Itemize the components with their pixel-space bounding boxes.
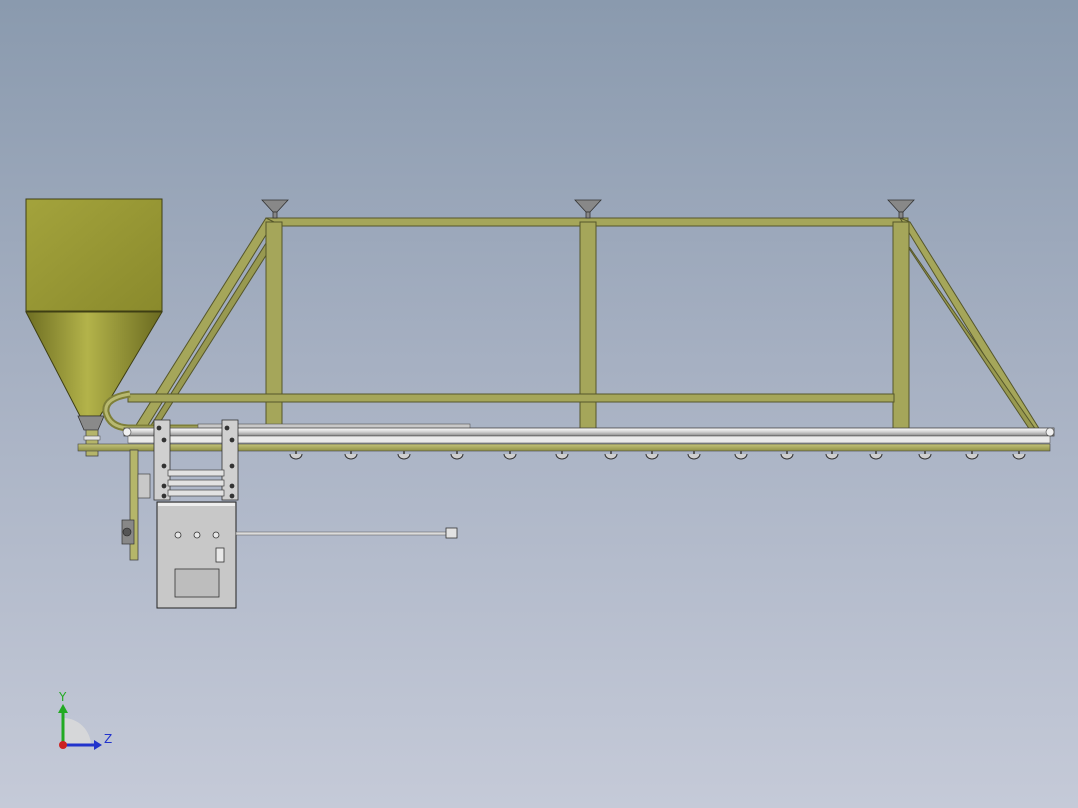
rail-hook [645,451,659,460]
cabinet-panel [174,568,220,598]
rail-end-cap-right [1045,427,1055,437]
cabinet-indicator-2 [193,531,201,539]
extension-rod-cap [445,527,458,539]
hanger-hook-2 [574,199,602,219]
triad-quadrant [63,718,91,745]
truss-frame [127,216,1041,431]
triad-z-label: Z [104,732,112,746]
rail-hook [965,451,979,460]
triad-y-label: Y [58,690,67,704]
cad-viewport[interactable]: Y Z [0,0,1078,808]
rail-hook [918,451,932,460]
coordinate-triad: Y Z [58,690,112,750]
post-right [892,221,910,431]
rail-hook [555,451,569,460]
rail-hooks [289,451,1026,460]
hopper-box [25,198,163,312]
rail-hook [450,451,464,460]
clamp-plate-left [153,419,171,501]
clamp-plate-right [221,419,239,501]
rail-hook [503,451,517,460]
right-diagonal [898,216,1041,431]
mid-bar [127,393,895,403]
clamp-crossbars [167,469,225,497]
rail-hook [289,451,303,460]
cabinet-indicator-1 [174,531,182,539]
right-diagonal-inner [905,243,1037,431]
triad-x-axis [59,741,67,749]
rail-hook [1012,451,1026,460]
rail-hook [344,451,358,460]
control-cabinet [156,501,237,609]
rail-hook [869,451,883,460]
extension-rod [235,531,447,536]
rail-hook [780,451,794,460]
hopper-outlet-pipe [85,429,99,457]
drive-small-box [137,473,151,499]
hanger-hooks [261,199,915,219]
rail-hook [734,451,748,460]
rail-hook [397,451,411,460]
rail-hook [687,451,701,460]
hanger-hook-1 [261,199,289,219]
hopper-outlet-funnel [77,415,105,431]
rail-hook [604,451,618,460]
cabinet-switch [215,547,225,563]
rail-end-cap-left [122,427,132,437]
hopper-outlet-collar [83,435,101,441]
hanger-hook-3 [887,199,915,219]
cabinet-indicator-3 [212,531,220,539]
rail-top [123,427,1055,437]
rail-body [127,435,1051,444]
rail-hook [825,451,839,460]
